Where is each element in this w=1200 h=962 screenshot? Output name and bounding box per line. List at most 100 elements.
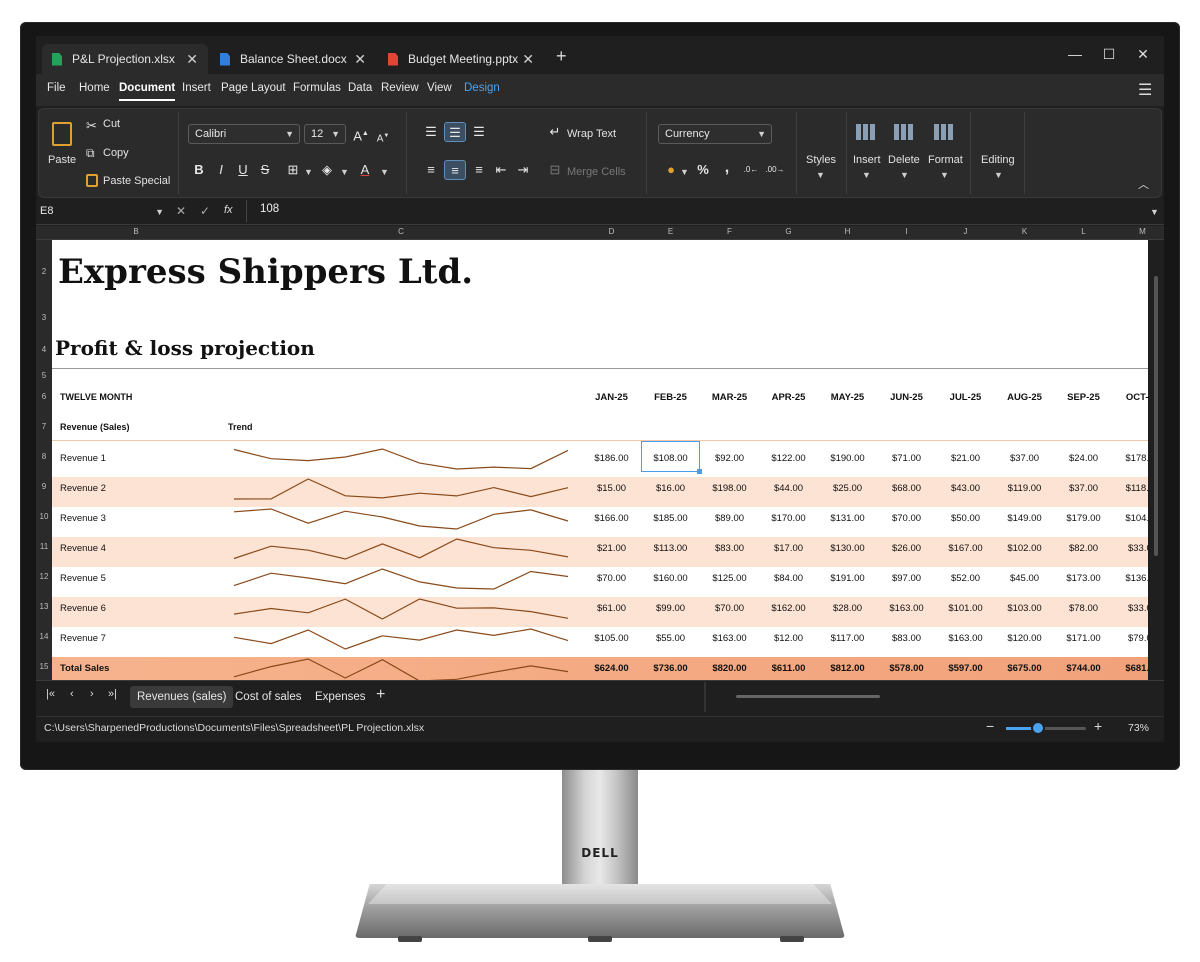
row-header[interactable]: 3 [36,313,52,322]
paste-button[interactable]: Paste [48,154,76,166]
minimize-icon[interactable]: — [1060,42,1090,66]
menu-page-layout[interactable]: Page Layout [221,82,286,94]
fill-color-icon[interactable]: ◈ [316,160,338,180]
column-header[interactable]: I [877,227,936,236]
cut-button[interactable]: Cut [103,118,120,130]
column-header[interactable]: J [936,227,995,236]
align-middle-icon[interactable]: ☰ [444,122,466,142]
selected-cell[interactable] [641,441,700,472]
column-header[interactable]: B [52,227,220,236]
decrease-decimal-icon[interactable]: .00→ [764,160,786,180]
indent-increase-icon[interactable]: ⇥ [512,160,534,180]
column-header[interactable]: E [641,227,700,236]
menu-home[interactable]: Home [79,82,110,94]
delete-button[interactable]: Delete [888,154,920,166]
collapse-ribbon-icon[interactable]: ︿ [1138,176,1149,192]
tab-pl-projection[interactable]: P&L Projection.xlsx ✕ [42,44,208,74]
horizontal-scrollbar[interactable] [736,695,880,698]
borders-icon[interactable]: ⊞ [282,160,304,180]
font-family-select[interactable]: Calibri ▼ [188,124,300,144]
editing-button[interactable]: Editing [981,154,1015,166]
bold-button[interactable]: B [188,160,210,180]
name-box[interactable]: E8 ▼ [38,202,168,222]
row-header[interactable]: 4 [36,345,52,354]
chevron-down-icon[interactable]: ▼ [304,167,313,177]
close-window-icon[interactable]: ✕ [1128,42,1158,66]
menu-review[interactable]: Review [381,82,419,94]
merge-cells-button[interactable]: Merge Cells [567,166,626,178]
column-header[interactable]: K [995,227,1054,236]
column-header[interactable]: D [582,227,641,236]
sheet-tab-revenues[interactable]: Revenues (sales) [130,686,234,708]
menu-view[interactable]: View [427,82,452,94]
fill-handle[interactable] [697,469,702,474]
indent-decrease-icon[interactable]: ⇤ [490,160,512,180]
worksheet-grid[interactable]: Express Shippers Ltd. Profit & loss proj… [52,240,1148,680]
last-sheet-icon[interactable]: »| [108,688,117,700]
close-icon[interactable]: ✕ [186,51,198,68]
menu-data[interactable]: Data [348,82,372,94]
hamburger-menu-icon[interactable]: ☰ [1138,80,1152,100]
row-header[interactable]: 10 [36,512,52,521]
column-header[interactable]: L [1054,227,1113,236]
percent-button[interactable]: % [692,160,714,180]
wrap-text-button[interactable]: Wrap Text [567,128,616,140]
new-tab-plus-icon[interactable]: + [556,46,567,67]
menu-formulas[interactable]: Formulas [293,82,341,94]
sheet-tab-expenses[interactable]: Expenses [308,686,373,708]
row-header[interactable]: 14 [36,632,52,641]
row-header[interactable]: 13 [36,602,52,611]
increase-decimal-icon[interactable]: .0← [740,160,762,180]
menu-design[interactable]: Design [464,82,500,94]
row-header[interactable]: 7 [36,422,52,431]
font-color-icon[interactable]: A [354,160,376,180]
number-format-select[interactable]: Currency ▼ [658,124,772,144]
row-header[interactable]: 2 [36,267,52,276]
grow-font-icon[interactable]: A▲ [350,124,372,144]
row-header[interactable]: 9 [36,482,52,491]
chevron-down-icon[interactable]: ▼ [380,167,389,177]
italic-button[interactable]: I [210,160,232,180]
chevron-down-icon[interactable]: ▼ [680,167,689,177]
first-sheet-icon[interactable]: |« [46,688,55,700]
styles-button[interactable]: Styles [806,154,836,166]
row-header[interactable]: 15 [36,662,52,671]
shrink-font-icon[interactable]: A▼ [372,126,394,146]
zoom-slider[interactable] [1006,721,1086,735]
align-center-icon[interactable]: ≡ [444,160,466,180]
font-size-select[interactable]: 12 ▼ [304,124,346,144]
column-header[interactable]: G [759,227,818,236]
next-sheet-icon[interactable]: › [90,688,94,700]
tab-budget-meeting[interactable]: Budget Meeting.pptx ✕ [378,44,544,74]
column-header[interactable]: H [818,227,877,236]
align-right-icon[interactable]: ≡ [468,160,490,180]
prev-sheet-icon[interactable]: ‹ [70,688,74,700]
sheet-tab-cost-of-sales[interactable]: Cost of sales [228,686,308,708]
zoom-in-icon[interactable]: + [1094,718,1102,734]
row-header[interactable]: 11 [36,542,52,551]
tab-balance-sheet[interactable]: Balance Sheet.docx ✕ [210,44,376,74]
menu-document[interactable]: Document [119,82,176,101]
paste-special-button[interactable]: Paste Special [103,175,170,187]
add-sheet-plus-icon[interactable]: + [376,686,385,704]
close-icon[interactable]: ✕ [522,51,534,68]
scrollbar-thumb[interactable] [1154,276,1158,556]
zoom-out-icon[interactable]: − [986,718,994,734]
column-header[interactable]: C [220,227,582,236]
insert-button[interactable]: Insert [853,154,881,166]
tab-splitter[interactable] [704,682,706,712]
row-header[interactable]: 12 [36,572,52,581]
column-header[interactable]: M [1113,227,1164,236]
zoom-slider-knob[interactable] [1031,721,1045,735]
expand-formula-icon[interactable]: ▼ [1150,207,1159,217]
underline-button[interactable]: U [232,160,254,180]
comma-button[interactable]: , [716,158,738,178]
align-left-icon[interactable]: ≡ [420,160,442,180]
formula-input[interactable]: 108 [260,203,279,215]
menu-insert[interactable]: Insert [182,82,211,94]
close-icon[interactable]: ✕ [354,51,366,68]
align-top-icon[interactable]: ☰ [420,122,442,142]
format-button[interactable]: Format [928,154,963,166]
maximize-icon[interactable]: ☐ [1094,42,1124,66]
row-header[interactable]: 5 [36,371,52,380]
